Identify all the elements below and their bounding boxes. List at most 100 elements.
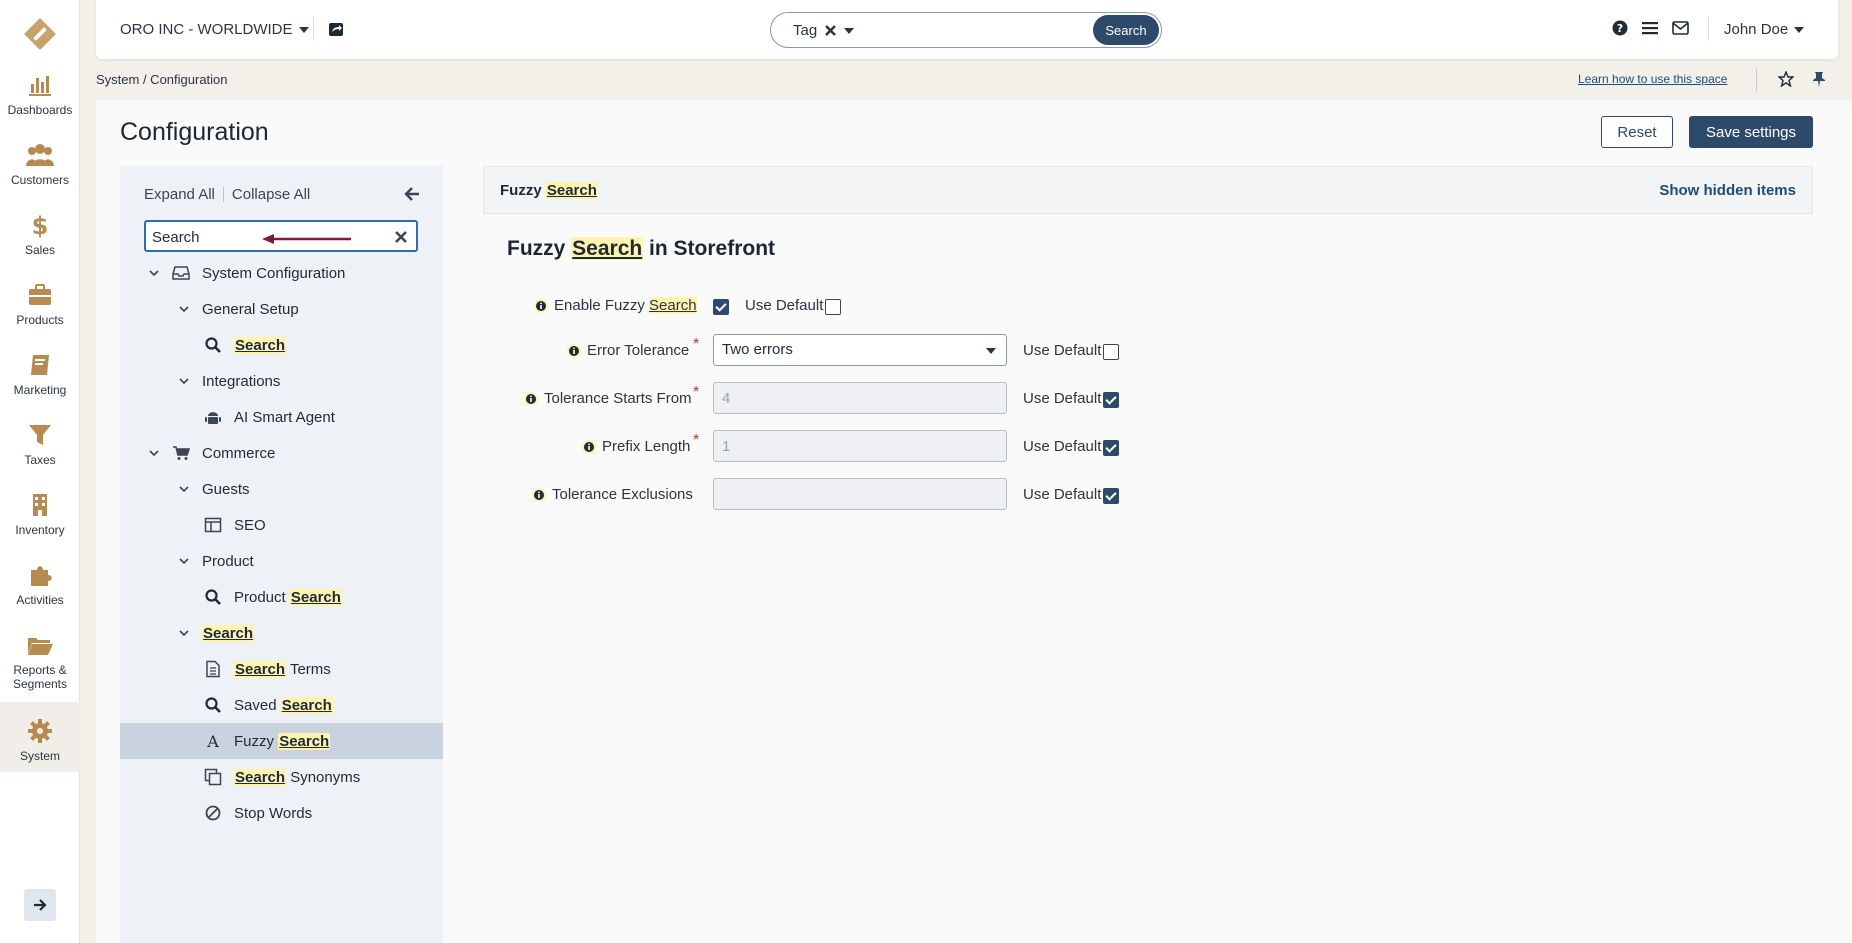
use-default-label: Use Default — [1023, 342, 1102, 359]
chevron-down-icon[interactable] — [178, 483, 190, 495]
nav-label: Activities — [16, 593, 64, 607]
nav-inventory[interactable]: Inventory — [0, 492, 80, 537]
tree-node-search-terms[interactable]: Search Terms — [120, 651, 443, 687]
expand-all-link[interactable]: Expand All — [144, 186, 215, 203]
chevron-down-icon[interactable] — [148, 267, 160, 279]
nav-sales[interactable]: $ Sales — [0, 212, 80, 257]
main-navigation-rail: Dashboards Customers $ Sales Products Ma… — [0, 0, 80, 943]
puzzle-icon — [31, 566, 52, 586]
expand-sidebar-button[interactable] — [24, 889, 56, 921]
tree-node-ai-smart-agent[interactable]: AI Smart Agent — [120, 399, 443, 435]
search-icon — [205, 589, 221, 605]
chevron-down-icon[interactable] — [148, 447, 160, 459]
android-icon — [205, 412, 221, 424]
enable-fuzzy-search-checkbox[interactable] — [713, 299, 729, 315]
tree-node-search-synonyms[interactable]: Search Synonyms — [120, 759, 443, 795]
info-icon[interactable] — [532, 487, 546, 502]
arrow-left-icon[interactable] — [404, 186, 420, 202]
chevron-down-icon[interactable] — [178, 627, 190, 639]
tree-node-search-group[interactable]: Search — [120, 615, 443, 651]
collapse-all-link[interactable]: Collapse All — [232, 186, 310, 203]
tree-node-guests[interactable]: Guests — [120, 471, 443, 507]
tree-node-product[interactable]: Product — [120, 543, 443, 579]
tolerance-starts-from-label: Tolerance Starts From — [524, 390, 692, 407]
prefix-length-label: Prefix Length — [582, 438, 690, 455]
search-button[interactable]: Search — [1093, 15, 1159, 45]
use-default-label: Use Default — [1023, 486, 1102, 503]
info-icon[interactable] — [567, 343, 581, 358]
info-icon[interactable] — [524, 391, 538, 406]
tree-node-saved-search[interactable]: Saved Search — [120, 687, 443, 723]
tolerance-starts-use-default-checkbox[interactable] — [1103, 392, 1119, 408]
arrow-right-icon — [34, 899, 47, 911]
tree-node-product-search[interactable]: Product Search — [120, 579, 443, 615]
save-settings-button[interactable]: Save settings — [1689, 116, 1813, 148]
show-hidden-items-link[interactable]: Show hidden items — [1659, 182, 1796, 199]
enable-use-default-checkbox[interactable] — [825, 299, 841, 315]
nav-activities[interactable]: Activities — [0, 562, 80, 607]
mail-icon[interactable] — [1672, 21, 1689, 35]
prefix-length-use-default-checkbox[interactable] — [1103, 440, 1119, 456]
share-icon[interactable] — [328, 21, 344, 37]
reset-button[interactable]: Reset — [1601, 116, 1673, 148]
user-menu[interactable]: John Doe — [1724, 21, 1805, 38]
nav-label-line2: Segments — [12, 677, 68, 691]
search-icon — [205, 697, 221, 713]
tree-node-label: Search Synonyms — [234, 768, 361, 786]
tree-node-commerce[interactable]: Commerce — [120, 435, 443, 471]
user-name: John Doe — [1724, 21, 1789, 38]
help-icon[interactable]: ? — [1612, 20, 1628, 36]
use-default-label: Use Default — [1023, 390, 1102, 407]
oro-logo-icon[interactable] — [22, 16, 58, 52]
learn-how-link[interactable]: Learn how to use this space — [1578, 72, 1727, 86]
global-search[interactable]: Tag Search — [770, 12, 1162, 48]
pin-icon[interactable] — [1812, 71, 1826, 87]
dollar-icon: $ — [32, 212, 49, 238]
chevron-down-icon[interactable] — [178, 375, 190, 387]
info-icon[interactable] — [582, 439, 596, 454]
users-icon — [26, 144, 54, 166]
tolerance-starts-from-input[interactable]: 4 — [713, 382, 1007, 414]
nav-reports-segments[interactable]: Reports & Segments — [0, 632, 80, 691]
error-tolerance-use-default-checkbox[interactable] — [1103, 344, 1119, 360]
tree-search-input[interactable] — [152, 226, 372, 248]
tree-node-label: AI Smart Agent — [234, 408, 335, 426]
required-marker: * — [693, 384, 700, 401]
caret-down-icon[interactable] — [844, 27, 855, 34]
nav-products[interactable]: Products — [0, 282, 80, 327]
nav-taxes[interactable]: Taxes — [0, 422, 80, 467]
search-tag-label: Tag — [793, 22, 818, 39]
tolerance-exclusions-label: Tolerance Exclusions — [532, 486, 693, 503]
close-icon[interactable] — [825, 25, 837, 36]
tree-node-label: Search Terms — [234, 660, 331, 678]
tree-node-stop-words[interactable]: Stop Words — [120, 795, 443, 831]
nav-customers[interactable]: Customers — [0, 142, 80, 187]
nav-marketing[interactable]: Marketing — [0, 352, 80, 397]
organization-switcher[interactable]: ORO INC - WORLDWIDE — [120, 21, 309, 38]
tolerance-exclusions-input[interactable] — [713, 478, 1007, 510]
prefix-length-input[interactable]: 1 — [713, 430, 1007, 462]
tolerance-exclusions-use-default-checkbox[interactable] — [1103, 488, 1119, 504]
tree-node-general-setup[interactable]: General Setup — [120, 291, 443, 327]
nav-dashboards[interactable]: Dashboards — [0, 72, 80, 117]
tree-search-field[interactable] — [144, 220, 418, 252]
tree-node-system-configuration[interactable]: System Configuration — [120, 255, 443, 291]
error-tolerance-select[interactable]: Two errors — [713, 334, 1007, 366]
nav-system[interactable]: System — [0, 702, 80, 772]
chevron-down-icon[interactable] — [178, 303, 190, 315]
tree-node-fuzzy-search[interactable]: A Fuzzy Search — [120, 723, 443, 759]
fieldset-title: Fuzzy Search in Storefront — [507, 237, 776, 260]
tree-node-integrations[interactable]: Integrations — [120, 363, 443, 399]
folder-open-icon — [28, 638, 53, 655]
chevron-down-icon[interactable] — [178, 555, 190, 567]
font-icon: A — [206, 732, 219, 750]
tree-node-seo[interactable]: SEO — [120, 507, 443, 543]
svg-text:A: A — [206, 732, 219, 750]
info-icon[interactable] — [534, 298, 548, 313]
caret-down-icon — [298, 26, 309, 33]
search-type-selector[interactable]: Tag — [793, 22, 855, 39]
tree-node-search[interactable]: Search — [120, 327, 443, 363]
clear-icon[interactable] — [394, 230, 408, 244]
star-icon[interactable] — [1778, 71, 1794, 87]
menu-icon[interactable] — [1642, 21, 1658, 35]
